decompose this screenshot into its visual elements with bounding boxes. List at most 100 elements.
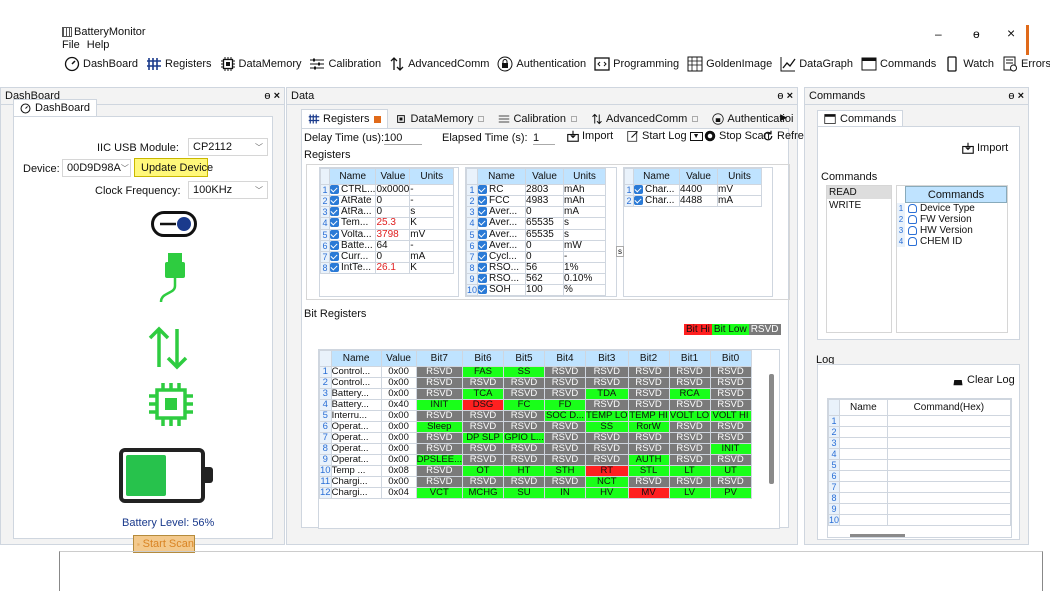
checkbox-icon[interactable] <box>478 263 488 272</box>
bit-table-row[interactable]: 3 Battery... 0x00 RSVD TCA RSVD RSVD TDA RSVD RCA… <box>319 388 752 400</box>
column-header-bit3[interactable]: Bit3 <box>585 350 629 367</box>
minimize-button[interactable]: – <box>935 27 942 41</box>
command-type-read[interactable]: READ <box>827 186 891 199</box>
bit-table-scrollbar[interactable] <box>769 374 774 484</box>
column-header-name[interactable]: Name <box>633 168 680 185</box>
checkbox-icon[interactable] <box>330 185 339 194</box>
clock-select[interactable]: 100KHz ﹀ <box>188 181 268 199</box>
checkbox-icon[interactable] <box>330 196 339 206</box>
toolbar-calibration-button[interactable]: Calibration <box>305 54 385 74</box>
dropdown-arrow-icon[interactable]: ▼ <box>689 131 703 141</box>
command-type-list[interactable]: READ WRITE <box>826 185 892 333</box>
column-header-bit7[interactable]: Bit7 <box>415 350 464 367</box>
checkbox-icon[interactable] <box>634 196 643 206</box>
column-header-bit0[interactable]: Bit0 <box>709 350 752 367</box>
close-button[interactable]: × <box>1007 25 1015 41</box>
bit-table-row[interactable]: 1 Control... 0x00 RSVD FAS SS RSVD RSVD RSVD RSVD… <box>319 366 752 378</box>
tab-registers[interactable]: Registers <box>301 109 389 128</box>
tab-close-icon[interactable] <box>571 115 578 122</box>
tab-close-icon[interactable] <box>374 115 382 123</box>
tab-dashboard[interactable]: DashBoard <box>13 99 98 116</box>
checkbox-icon[interactable] <box>478 196 488 206</box>
menu-file[interactable]: File <box>62 39 80 51</box>
checkbox-icon[interactable] <box>330 207 339 217</box>
command-type-write[interactable]: WRITE <box>827 199 891 212</box>
log-row[interactable]: 2 <box>827 426 1012 438</box>
bit-table-row[interactable]: 12 Chargi... 0x04 VCT MCHG SU IN HV MV LV PV <box>319 487 752 499</box>
float-icon[interactable]: ɵ <box>777 90 783 102</box>
log-row[interactable]: 7 <box>827 481 1012 493</box>
command-list-item[interactable]: 4 CHEM ID <box>897 236 1007 247</box>
stop-scan-button[interactable]: Stop Scan <box>704 130 770 142</box>
bit-table-row[interactable]: 7 Operat... 0x00 RSVD DP SLP GPIO L... RSVD RSV… <box>319 432 752 444</box>
table-row[interactable]: 6 Aver... 0 mW <box>465 239 607 252</box>
checkbox-icon[interactable] <box>478 252 488 261</box>
elapsed-input[interactable]: 1 <box>533 132 555 145</box>
toolbar-advancedcomm-button[interactable]: AdvancedComm <box>385 54 493 74</box>
command-list-item[interactable]: 2 FW Version <box>897 214 1007 225</box>
log-row[interactable]: 3 <box>827 437 1012 449</box>
bit-table-row[interactable]: 2 Control... 0x00 RSVD RSVD RSVD RSVD RSVD RSVD R… <box>319 377 752 389</box>
column-header-value[interactable]: Value <box>375 168 411 185</box>
delay-input[interactable]: 100 <box>384 132 422 145</box>
checkbox-icon[interactable] <box>478 274 488 284</box>
table-row[interactable]: 2 AtRate 0- <box>320 195 455 208</box>
checkbox-icon[interactable] <box>330 241 339 250</box>
clear-log-button[interactable]: Clear Log <box>952 374 1015 386</box>
column-header-bit2[interactable]: Bit2 <box>627 350 670 367</box>
checkbox-icon[interactable] <box>330 252 339 261</box>
table-row[interactable]: 8 RSO... 56 1% <box>465 261 607 275</box>
log-row[interactable]: 10 <box>827 514 1012 526</box>
float-icon[interactable]: ɵ <box>264 90 270 102</box>
log-row[interactable]: 1 <box>827 415 1012 427</box>
connection-toggle-icon[interactable] <box>151 211 197 237</box>
tab-close-icon[interactable] <box>478 115 485 122</box>
start-log-button[interactable]: Start Log ▼ <box>627 130 703 142</box>
column-header-name[interactable]: Name <box>839 399 888 416</box>
commands-import-button[interactable]: Import <box>962 142 1008 154</box>
table-row[interactable]: 8 IntTe... 26.1 K <box>320 261 455 275</box>
column-header-name[interactable]: Name <box>328 168 377 185</box>
tab-commands[interactable]: Commands <box>817 110 904 127</box>
toolbar-datagraph-button[interactable]: DataGraph <box>776 54 857 74</box>
log-row[interactable]: 5 <box>827 459 1012 471</box>
toolbar-errors-button[interactable]: Errors <box>998 54 1050 74</box>
toolbar-watch-button[interactable]: Watch <box>940 54 998 74</box>
checkbox-icon[interactable] <box>478 218 488 228</box>
table-row[interactable]: 2 Char... 4488 mA <box>624 195 762 208</box>
column-header-bit6[interactable]: Bit6 <box>462 350 504 367</box>
toolbar-authentication-button[interactable]: Authentication <box>493 54 590 74</box>
checkbox-icon[interactable] <box>634 185 643 194</box>
column-header-name[interactable]: Name <box>477 168 527 185</box>
panel-close-icon[interactable]: × <box>787 90 793 102</box>
tab-close-icon[interactable] <box>692 115 699 122</box>
table-row[interactable]: 7 Cycl... 0- <box>465 250 607 263</box>
table-row[interactable]: 5 Aver... 65535 s <box>465 228 607 241</box>
import-button[interactable]: Import <box>567 130 613 142</box>
update-device-button[interactable]: Update Device <box>134 158 213 177</box>
command-list-item[interactable]: 3 HW Version <box>897 225 1007 236</box>
log-row[interactable]: 9 <box>827 503 1012 515</box>
column-header-value[interactable]: Value <box>525 168 565 185</box>
bit-table-row[interactable]: 5 Interru... 0x00 RSVD RSVD RSVD SOC D... TEMP … <box>319 410 752 422</box>
column-header-units[interactable]: Units <box>717 168 762 185</box>
table-row[interactable]: 3 AtRa... 0 s <box>320 206 455 219</box>
table-row[interactable]: 2 FCC 4983 mAh <box>465 195 607 208</box>
table-row[interactable]: 3 Aver... 0 mA <box>465 206 607 219</box>
table-row[interactable]: 4 Tem... 25.3 K <box>320 217 455 230</box>
table-row[interactable]: 10 SOH 100% <box>465 284 607 297</box>
table-row[interactable]: 6 Batte... 64- <box>320 239 455 252</box>
column-header-name[interactable]: Name <box>330 350 382 367</box>
toolbar-dashboard-button[interactable]: DashBoard <box>60 54 142 74</box>
column-header-value[interactable]: Value <box>380 350 417 367</box>
table-row[interactable]: 4 Aver... 65535 s <box>465 217 607 230</box>
log-row[interactable]: 6 <box>827 470 1012 482</box>
toolbar-goldenimage-button[interactable]: GoldenImage <box>683 54 776 74</box>
checkbox-icon[interactable] <box>478 285 488 295</box>
checkbox-icon[interactable] <box>478 185 488 194</box>
column-header-bit1[interactable]: Bit1 <box>668 350 711 367</box>
maximize-button[interactable]: ɵ <box>973 27 980 41</box>
command-list-item[interactable]: 1 Device Type <box>897 203 1007 214</box>
bit-table-row[interactable]: 8 Operat... 0x00 RSVD RSVD RSVD RSVD RSVD RSVD RS… <box>319 443 752 455</box>
column-header-bit4[interactable]: Bit4 <box>544 350 586 367</box>
